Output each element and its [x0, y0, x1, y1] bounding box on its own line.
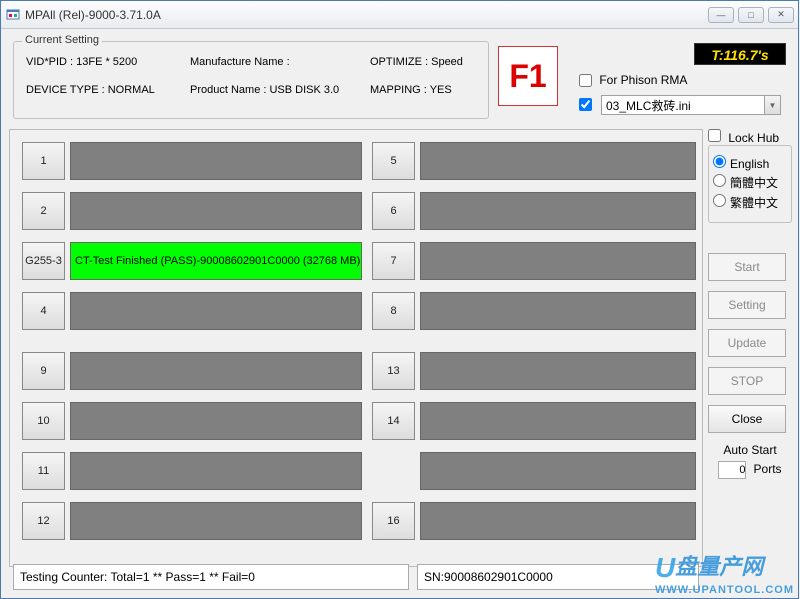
ports-label: Ports	[754, 462, 782, 476]
device-type-label: DEVICE TYPE : NORMAL	[26, 84, 155, 96]
start-button[interactable]: Start	[708, 253, 786, 281]
ini-checkbox[interactable]	[579, 97, 596, 111]
minimize-button[interactable]: —	[708, 7, 734, 23]
slot-button-9[interactable]: 9	[22, 352, 65, 390]
auto-start-label: Auto Start	[708, 443, 792, 457]
app-window: MPAll (Rel)-9000-3.71.0A — □ ✕ Current S…	[0, 0, 799, 599]
auto-start-input[interactable]	[718, 461, 746, 479]
serial-number: SN:90008602901C0000	[417, 564, 699, 590]
lock-hub-input[interactable]	[708, 129, 721, 142]
manufacture-label: Manufacture Name :	[190, 56, 290, 68]
language-group: English 簡體中文 繁體中文	[708, 145, 792, 223]
ini-select-value: 03_MLC救砖.ini	[602, 97, 764, 114]
slot-bar-11	[70, 452, 362, 490]
lock-hub-label: Lock Hub	[728, 131, 779, 145]
mapping-label: MAPPING : YES	[370, 84, 452, 96]
slot-button-3[interactable]: G255-3	[22, 242, 65, 280]
slot-bar-6	[420, 192, 696, 230]
slot-bar-1	[70, 142, 362, 180]
for-phison-rma-checkbox[interactable]: For Phison RMA	[579, 73, 687, 87]
slot-bar-10	[70, 402, 362, 440]
slot-bar-3-pass: CT-Test Finished (PASS)-90008602901C0000…	[70, 242, 362, 280]
close-button[interactable]: Close	[708, 405, 786, 433]
current-setting-group: Current Setting VID*PID : 13FE * 5200 DE…	[13, 41, 489, 119]
slot-bar-7	[420, 242, 696, 280]
maximize-button[interactable]: □	[738, 7, 764, 23]
for-phison-rma-input[interactable]	[579, 74, 592, 87]
update-button[interactable]: Update	[708, 329, 786, 357]
window-buttons: — □ ✕	[708, 7, 794, 23]
current-setting-legend: Current Setting	[22, 34, 102, 46]
chevron-down-icon[interactable]: ▼	[764, 96, 780, 114]
slot-bar-8	[420, 292, 696, 330]
slot-bar-12	[70, 502, 362, 540]
slot-button-11[interactable]: 11	[22, 452, 65, 490]
slot-bar-2	[70, 192, 362, 230]
slot-button-4[interactable]: 4	[22, 292, 65, 330]
status-row: Testing Counter: Total=1 ** Pass=1 ** Fa…	[13, 564, 699, 590]
slot-button-13[interactable]: 13	[372, 352, 415, 390]
lang-simplified[interactable]: 簡體中文	[713, 174, 787, 191]
slot-button-6[interactable]: 6	[372, 192, 415, 230]
slot-button-7[interactable]: 7	[372, 242, 415, 280]
stop-button[interactable]: STOP	[708, 367, 786, 395]
right-panel: Lock Hub English 簡體中文 繁體中文 Start Setting…	[708, 129, 792, 579]
slot-button-12[interactable]: 12	[22, 502, 65, 540]
close-window-button[interactable]: ✕	[768, 7, 794, 23]
vid-pid-label: VID*PID : 13FE * 5200	[26, 56, 137, 68]
ini-select[interactable]: 03_MLC救砖.ini ▼	[601, 95, 781, 115]
lang-traditional[interactable]: 繁體中文	[713, 194, 787, 211]
f1-indicator: F1	[498, 46, 558, 106]
slot-bar-14	[420, 402, 696, 440]
lang-english[interactable]: English	[713, 155, 787, 171]
slot-bar-13	[420, 352, 696, 390]
optimize-label: OPTIMIZE : Speed	[370, 56, 463, 68]
timer-display: T:116.7's	[694, 43, 786, 65]
testing-counter: Testing Counter: Total=1 ** Pass=1 ** Fa…	[13, 564, 409, 590]
slot-bar-9	[70, 352, 362, 390]
slot-button-1[interactable]: 1	[22, 142, 65, 180]
slot-button-16[interactable]: 16	[372, 502, 415, 540]
slot-button-10[interactable]: 10	[22, 402, 65, 440]
for-phison-rma-label: For Phison RMA	[599, 73, 687, 87]
titlebar: MPAll (Rel)-9000-3.71.0A — □ ✕	[1, 1, 798, 29]
ini-checkbox-input[interactable]	[579, 98, 592, 111]
slot-button-14[interactable]: 14	[372, 402, 415, 440]
slot-bar-4	[70, 292, 362, 330]
slot-bar-16	[420, 502, 696, 540]
product-name-label: Product Name : USB DISK 3.0	[190, 84, 339, 96]
window-title: MPAll (Rel)-9000-3.71.0A	[25, 8, 708, 22]
setting-button[interactable]: Setting	[708, 291, 786, 319]
slots-area: 1 2 G255-3 CT-Test Finished (PASS)-90008…	[9, 129, 703, 567]
slot-button-5[interactable]: 5	[372, 142, 415, 180]
app-icon	[5, 7, 21, 23]
slot-button-8[interactable]: 8	[372, 292, 415, 330]
lock-hub-checkbox[interactable]: Lock Hub	[708, 131, 779, 145]
slot-bar-15	[420, 452, 696, 490]
auto-start-group: Auto Start Ports	[708, 443, 792, 479]
slot-bar-5	[420, 142, 696, 180]
slot-button-2[interactable]: 2	[22, 192, 65, 230]
client-area: Current Setting VID*PID : 13FE * 5200 DE…	[1, 29, 798, 598]
